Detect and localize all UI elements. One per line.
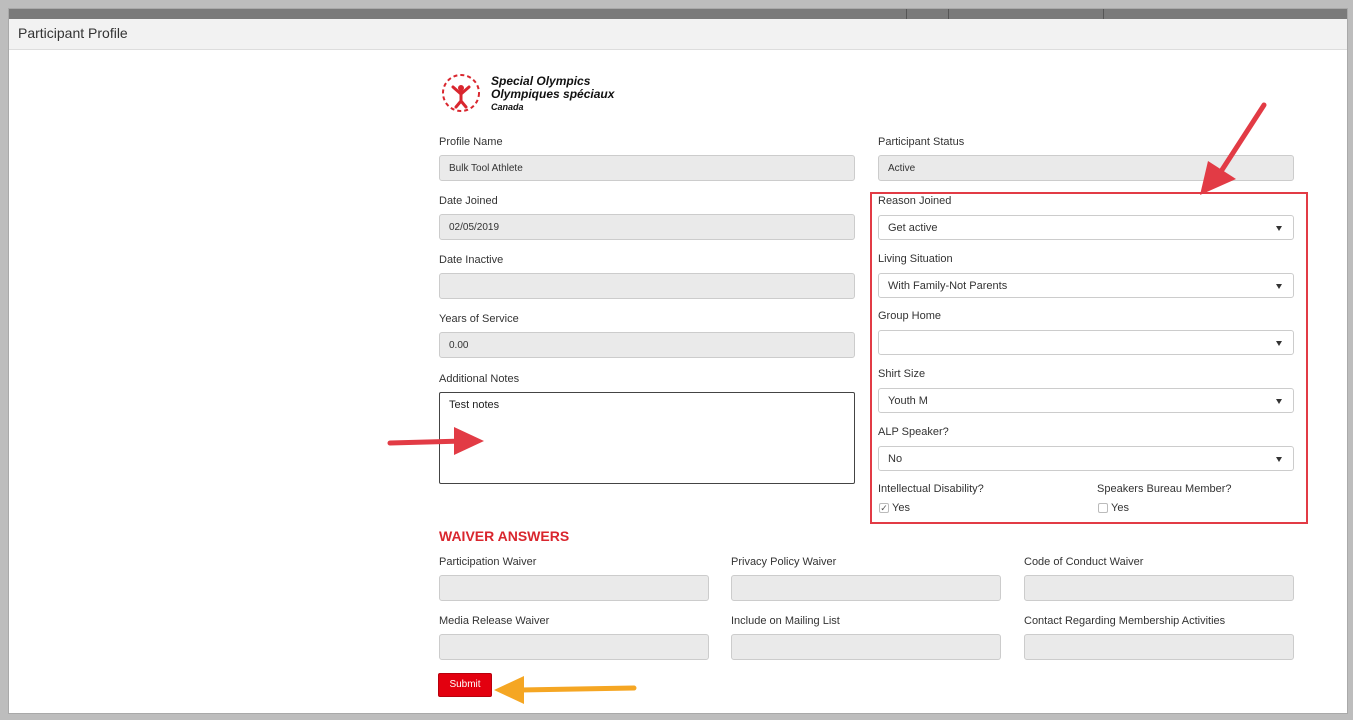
mailing-list-label: Include on Mailing List	[731, 615, 840, 627]
media-release-waiver-field[interactable]	[439, 634, 709, 660]
additional-notes-textarea[interactable]: Test notes	[439, 392, 855, 484]
special-olympics-logo: Special Olympics Olympiques spéciaux Can…	[439, 71, 669, 115]
code-of-conduct-waiver-field[interactable]	[1024, 575, 1294, 601]
page-frame: Participant Profile Special Olympics Oly…	[8, 8, 1348, 714]
chevron-down-icon	[1276, 457, 1282, 462]
privacy-policy-waiver-label: Privacy Policy Waiver	[731, 556, 837, 568]
group-home-label: Group Home	[878, 310, 941, 322]
alp-speaker-label: ALP Speaker?	[878, 426, 949, 438]
shirt-size-select[interactable]: Youth M	[878, 388, 1294, 413]
participation-waiver-field[interactable]	[439, 575, 709, 601]
contact-membership-label: Contact Regarding Membership Activities	[1024, 615, 1226, 627]
date-inactive-field[interactable]	[439, 273, 855, 299]
additional-notes-label: Additional Notes	[439, 373, 520, 385]
red-arrow-down-icon	[1200, 102, 1267, 195]
living-situation-label: Living Situation	[878, 253, 953, 265]
checkmark-icon: ✓	[880, 503, 888, 513]
profile-name-field[interactable]: Bulk Tool Athlete	[439, 155, 855, 181]
speakers-bureau-label: Speakers Bureau Member?	[1097, 483, 1232, 495]
speakers-bureau-option: Yes	[1111, 502, 1129, 514]
alp-speaker-value: No	[888, 453, 903, 465]
chevron-down-icon	[1276, 341, 1282, 346]
date-inactive-label: Date Inactive	[439, 254, 504, 266]
top-toolbar-strip	[9, 9, 1347, 19]
page-header: Participant Profile	[9, 19, 1347, 50]
reason-joined-value: Get active	[888, 222, 938, 234]
code-of-conduct-waiver-label: Code of Conduct Waiver	[1024, 556, 1144, 568]
waiver-answers-heading: WAIVER ANSWERS	[439, 528, 570, 544]
intellectual-disability-label: Intellectual Disability?	[878, 483, 984, 495]
media-release-waiver-label: Media Release Waiver	[439, 615, 550, 627]
reason-joined-label: Reason Joined	[878, 195, 952, 207]
speakers-bureau-checkbox[interactable]	[1098, 503, 1108, 513]
intellectual-disability-checkbox[interactable]: ✓	[879, 503, 889, 513]
chevron-down-icon	[1276, 399, 1282, 404]
special-olympics-emblem-icon	[442, 74, 480, 112]
alp-speaker-select[interactable]: No	[878, 446, 1294, 471]
logo-line-3: Canada	[491, 102, 524, 112]
shirt-size-value: Youth M	[888, 395, 928, 407]
orange-arrow-left-icon	[494, 676, 637, 704]
participation-waiver-label: Participation Waiver	[439, 556, 537, 568]
intellectual-disability-option: Yes	[892, 502, 910, 514]
page-title: Participant Profile	[18, 25, 128, 41]
highlight-box-annotation	[870, 192, 1308, 524]
date-joined-field[interactable]: 02/05/2019	[439, 214, 855, 240]
shirt-size-label: Shirt Size	[878, 368, 926, 380]
chevron-down-icon	[1276, 226, 1282, 231]
years-of-service-label: Years of Service	[439, 313, 519, 325]
red-arrow-right-icon	[387, 427, 484, 455]
participant-status-label: Participant Status	[878, 136, 965, 148]
contact-membership-field[interactable]	[1024, 634, 1294, 660]
years-of-service-field[interactable]: 0.00	[439, 332, 855, 358]
reason-joined-select[interactable]: Get active	[878, 215, 1294, 240]
living-situation-value: With Family-Not Parents	[888, 280, 1008, 292]
submit-button[interactable]: Submit	[438, 673, 492, 697]
living-situation-select[interactable]: With Family-Not Parents	[878, 273, 1294, 298]
profile-name-label: Profile Name	[439, 136, 503, 148]
date-joined-label: Date Joined	[439, 195, 498, 207]
logo-line-1: Special Olympics	[491, 74, 591, 88]
privacy-policy-waiver-field[interactable]	[731, 575, 1001, 601]
mailing-list-field[interactable]	[731, 634, 1001, 660]
logo-line-2: Olympiques spéciaux	[491, 87, 615, 101]
group-home-select[interactable]	[878, 330, 1294, 355]
chevron-down-icon	[1276, 284, 1282, 289]
